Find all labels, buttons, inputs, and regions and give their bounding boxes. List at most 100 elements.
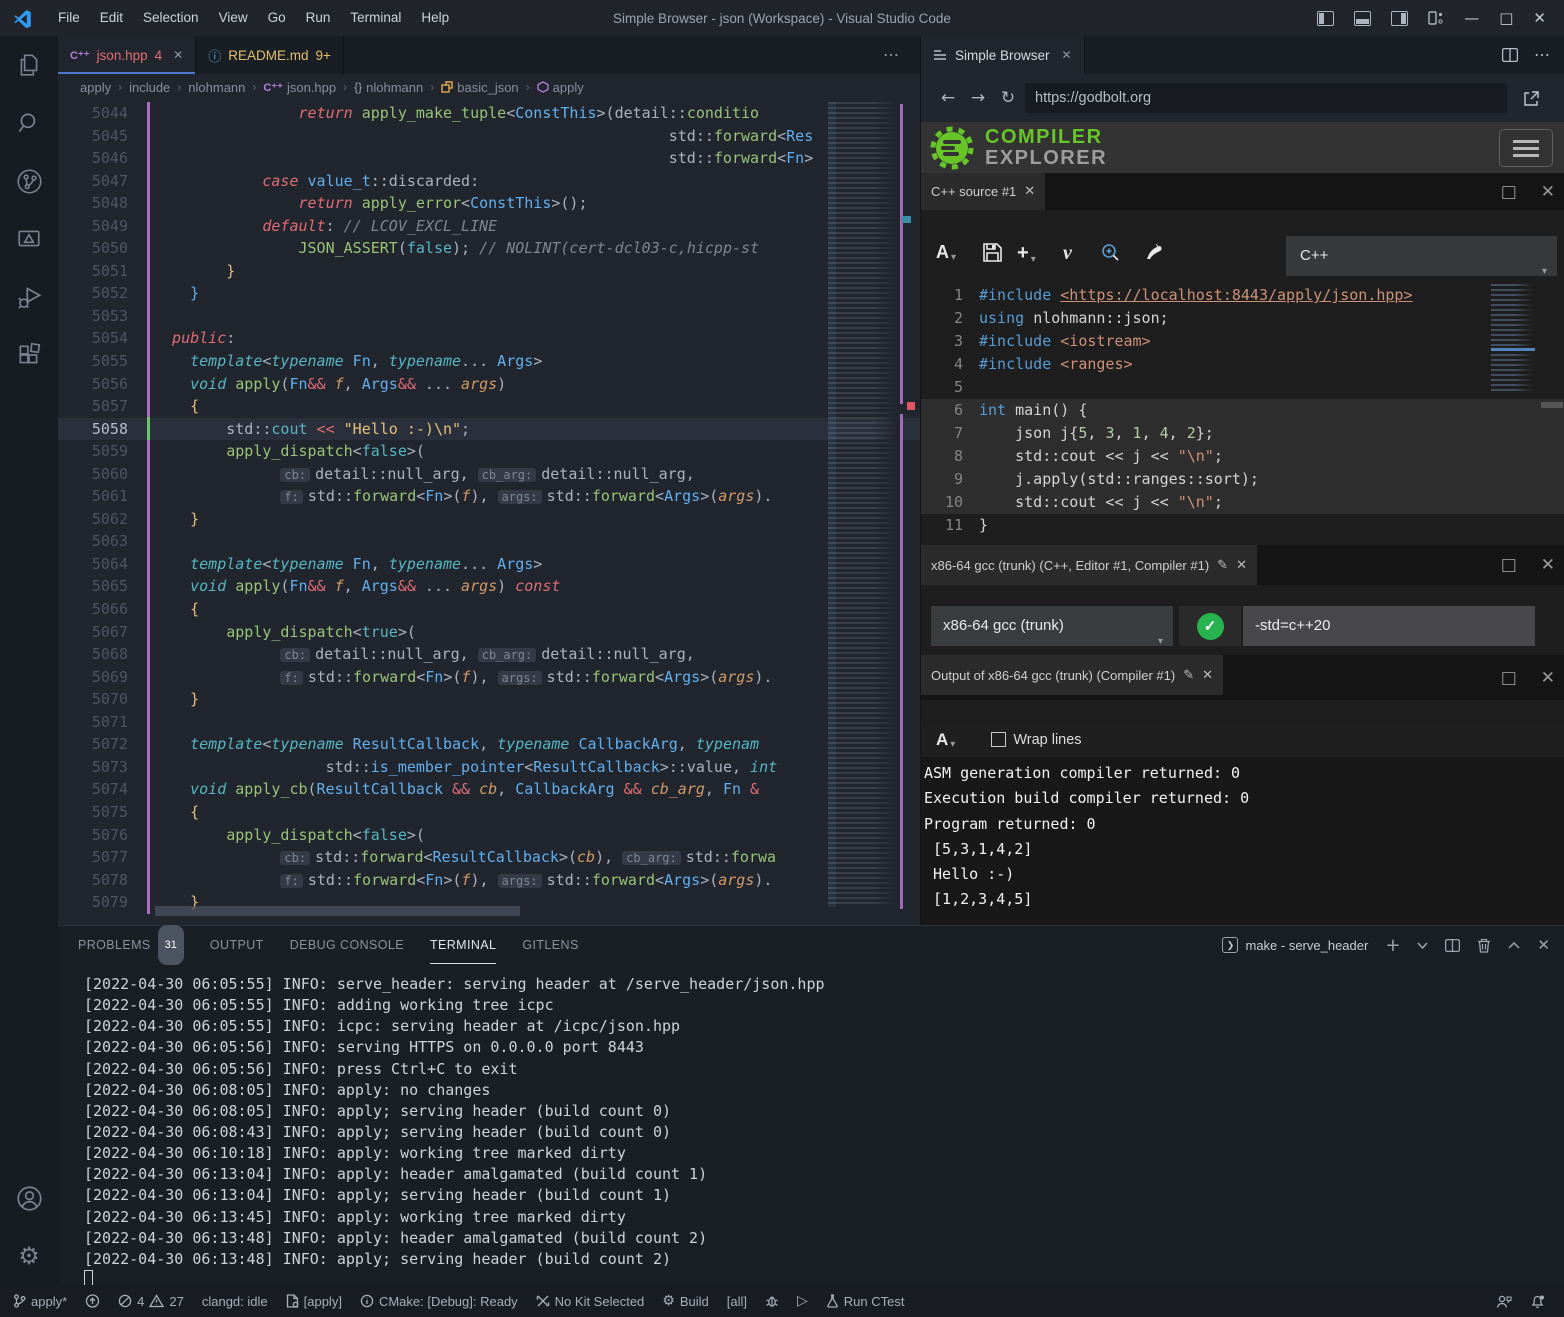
tab-debug-console[interactable]: DEBUG CONSOLE — [290, 926, 404, 964]
tab-readme-md[interactable]: ⓘ README.md 9+ — [196, 36, 344, 74]
menu-edit[interactable]: Edit — [90, 0, 133, 36]
clangd-status-item[interactable]: clangd: idle — [193, 1285, 277, 1317]
close-panel-icon[interactable]: ✕ — [1537, 936, 1550, 954]
cmake-project-item[interactable]: [apply] — [277, 1285, 351, 1317]
debug-target-item[interactable] — [756, 1285, 788, 1317]
close-pane-icon[interactable]: ✕ — [1236, 558, 1247, 573]
close-pane-icon[interactable]: ✕ — [1541, 555, 1555, 575]
rename-pane-icon[interactable]: ✎ — [1183, 668, 1194, 683]
feedback-item[interactable] — [1487, 1285, 1521, 1317]
maximize-pane-icon[interactable]: □ — [1501, 668, 1517, 688]
menu-view[interactable]: View — [209, 0, 258, 36]
save-icon[interactable] — [983, 243, 1002, 262]
vim-mode-button[interactable]: v — [1063, 242, 1072, 265]
close-pane-icon[interactable]: ✕ — [1202, 668, 1213, 683]
breadcrumb-item-file[interactable]: C⁺⁺json.hpp — [263, 80, 336, 95]
toggle-secondary-sidebar-icon[interactable] — [1391, 11, 1408, 26]
new-terminal-icon[interactable]: + — [1385, 935, 1400, 956]
build-button[interactable]: ⚙ Build — [653, 1285, 717, 1317]
breadcrumb-item[interactable]: apply — [80, 80, 111, 95]
breadcrumb-item-method[interactable]: apply — [537, 80, 584, 95]
language-select[interactable]: C++▾ — [1286, 236, 1557, 276]
customize-layout-icon[interactable] — [1428, 10, 1444, 26]
source-pane-tab[interactable]: C++ source #1 ✕ — [921, 173, 1045, 210]
maximize-panel-icon[interactable] — [1508, 942, 1520, 949]
menu-help[interactable]: Help — [411, 0, 459, 36]
kill-terminal-icon[interactable] — [1477, 938, 1491, 953]
toggle-sidebar-icon[interactable] — [1317, 11, 1334, 26]
explorer-icon[interactable] — [0, 36, 58, 94]
terminal-output[interactable]: [2022-04-30 06:05:55] INFO: serve_header… — [84, 974, 1554, 1270]
extensions-icon[interactable] — [0, 326, 58, 384]
tab-json-hpp[interactable]: C⁺⁺ json.hpp 4 ✕ — [58, 36, 196, 74]
output-pane-tab[interactable]: Output of x86-64 gcc (trunk) (Compiler #… — [921, 655, 1223, 695]
problems-item[interactable]: 4 27 — [109, 1285, 193, 1317]
tab-problems[interactable]: PROBLEMS31 — [78, 926, 184, 964]
code-editor[interactable]: 5044return apply_make_tuple<ConstThis>(d… — [58, 100, 920, 925]
close-pane-icon[interactable]: ✕ — [1541, 668, 1555, 688]
search-icon[interactable] — [0, 94, 58, 152]
ce-scrollbar-thumb[interactable] — [1541, 402, 1563, 408]
compiler-options-input[interactable]: -std=c++20 — [1243, 606, 1535, 646]
ce-source-editor[interactable]: 1#include <https://localhost:8443/apply/… — [921, 282, 1564, 545]
menu-file[interactable]: File — [48, 0, 90, 36]
compiler-pane-tab[interactable]: x86-64 gcc (trunk) (C++, Editor #1, Comp… — [921, 545, 1257, 585]
settings-gear-icon[interactable]: ⚙ — [0, 1227, 58, 1285]
notifications-item[interactable] — [1521, 1285, 1554, 1317]
minimap[interactable] — [828, 102, 900, 907]
cmake-view-icon[interactable] — [0, 210, 58, 268]
ctest-button[interactable]: Run CTest — [817, 1285, 914, 1317]
close-window-button[interactable]: ✕ — [1533, 9, 1546, 27]
url-input[interactable]: https://godbolt.org — [1025, 83, 1507, 113]
libs-bird-icon[interactable] — [1143, 241, 1165, 263]
close-pane-icon[interactable]: ✕ — [1541, 182, 1555, 202]
source-control-icon[interactable] — [0, 152, 58, 210]
breadcrumb-item-namespace[interactable]: {}nlohmann — [354, 80, 423, 95]
back-icon[interactable]: ← — [933, 88, 963, 108]
close-pane-icon[interactable]: ✕ — [1024, 184, 1035, 199]
hamburger-menu-icon[interactable] — [1499, 129, 1553, 167]
menu-go[interactable]: Go — [258, 0, 296, 36]
maximize-pane-icon[interactable]: □ — [1501, 555, 1517, 575]
editor-more-actions-icon[interactable]: ⋯ — [883, 36, 900, 74]
cmake-status-item[interactable]: CMake: [Debug]: Ready — [351, 1285, 527, 1317]
maximize-pane-icon[interactable]: □ — [1501, 182, 1517, 202]
compiler-select[interactable]: x86-64 gcc (trunk)▾ — [931, 606, 1173, 646]
zoom-search-icon[interactable] — [1099, 242, 1121, 264]
kit-select-item[interactable]: No Kit Selected — [527, 1285, 654, 1317]
run-debug-icon[interactable] — [0, 268, 58, 326]
tab-output[interactable]: OUTPUT — [210, 926, 264, 964]
tab-gitlens[interactable]: GITLENS — [522, 926, 578, 964]
forward-icon[interactable]: → — [963, 88, 993, 108]
build-target-item[interactable]: [all] — [718, 1285, 756, 1317]
terminal-instance[interactable]: ❯ make - serve_header — [1222, 937, 1368, 953]
font-size-button[interactable]: A▾ — [936, 730, 955, 750]
tab-terminal[interactable]: TERMINAL — [430, 926, 496, 964]
add-pane-button[interactable]: +▾ — [1017, 242, 1036, 265]
reload-icon[interactable]: ↻ — [993, 88, 1023, 108]
wrap-lines-checkbox[interactable] — [991, 732, 1006, 747]
breadcrumb-item[interactable]: include — [129, 80, 170, 95]
horizontal-scrollbar[interactable] — [155, 906, 520, 916]
menu-selection[interactable]: Selection — [133, 0, 209, 36]
terminal-dropdown-icon[interactable] — [1417, 942, 1428, 949]
tab-simple-browser[interactable]: Simple Browser ✕ — [921, 36, 1085, 74]
close-tab-icon[interactable]: ✕ — [1062, 48, 1072, 62]
breadcrumb-item-class[interactable]: basic_json — [441, 80, 518, 95]
maximize-button[interactable]: □ — [1499, 9, 1513, 27]
launch-target-item[interactable]: ▷ — [788, 1285, 817, 1317]
split-terminal-icon[interactable] — [1445, 939, 1460, 952]
git-branch-item[interactable]: apply* — [4, 1285, 76, 1317]
split-editor-icon[interactable] — [1502, 48, 1518, 62]
font-size-button[interactable]: A▾ — [936, 242, 956, 263]
menu-run[interactable]: Run — [296, 0, 341, 36]
account-icon[interactable] — [0, 1169, 58, 1227]
menu-terminal[interactable]: Terminal — [340, 0, 411, 36]
more-actions-icon[interactable]: ⋯ — [1534, 45, 1551, 65]
minimize-button[interactable]: — — [1464, 9, 1479, 27]
close-tab-icon[interactable]: ✕ — [173, 48, 183, 62]
rename-pane-icon[interactable]: ✎ — [1217, 558, 1228, 573]
open-external-icon[interactable] — [1523, 90, 1540, 107]
publish-changes-item[interactable] — [76, 1285, 109, 1317]
toggle-panel-icon[interactable] — [1354, 11, 1371, 26]
